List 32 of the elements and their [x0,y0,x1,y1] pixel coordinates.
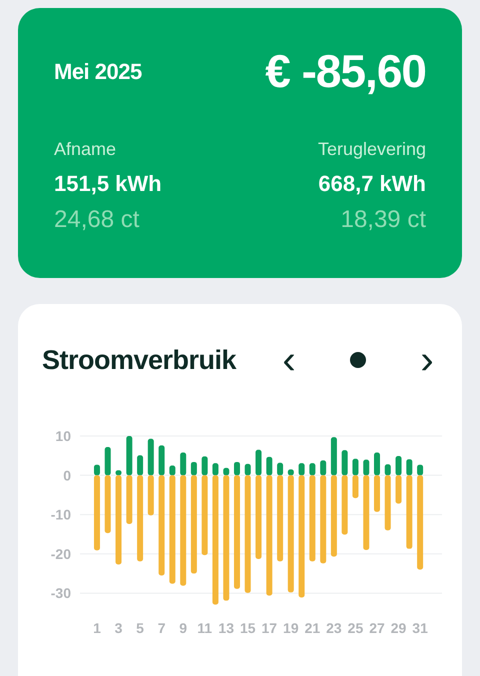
x-axis-label: 11 [197,620,212,636]
y-axis-label: -20 [50,545,71,562]
y-axis-label: 0 [63,466,71,483]
x-axis-label: 7 [158,620,166,636]
x-axis-label: 17 [262,620,278,636]
x-axis-label: 9 [179,620,188,636]
x-axis-label: 25 [348,620,364,636]
previous-button[interactable]: ‹ [274,342,304,378]
y-axis-label: -30 [50,584,71,601]
usage-title: Stroomverbruik [42,344,238,377]
x-axis-label: 15 [240,620,256,636]
x-axis-label: 31 [412,620,428,636]
next-button[interactable]: › [412,342,442,378]
x-axis-label: 29 [390,620,406,636]
x-axis-label: 1 [93,620,101,636]
teruglevering-price: 18,39 ct [340,205,426,235]
x-axis-label: 27 [369,620,385,636]
afname-price: 24,68 ct [54,205,140,235]
x-axis-label: 13 [218,620,234,636]
x-axis-label: 3 [114,620,122,636]
afname-energy: 151,5 kWh [54,170,162,198]
x-axis-label: 21 [304,620,320,636]
y-axis-label: -10 [50,506,71,522]
x-axis-label: 23 [326,620,342,636]
teruglevering-label: Teruglevering [318,138,426,161]
afname-label: Afname [54,138,116,161]
total-amount: € -85,60 [265,48,426,94]
period-label: Mei 2025 [54,58,142,86]
teruglevering-energy: 668,7 kWh [318,170,426,198]
x-axis-label: 19 [283,620,299,636]
x-axis-label: 5 [136,620,144,636]
y-axis-label: 10 [55,428,71,444]
